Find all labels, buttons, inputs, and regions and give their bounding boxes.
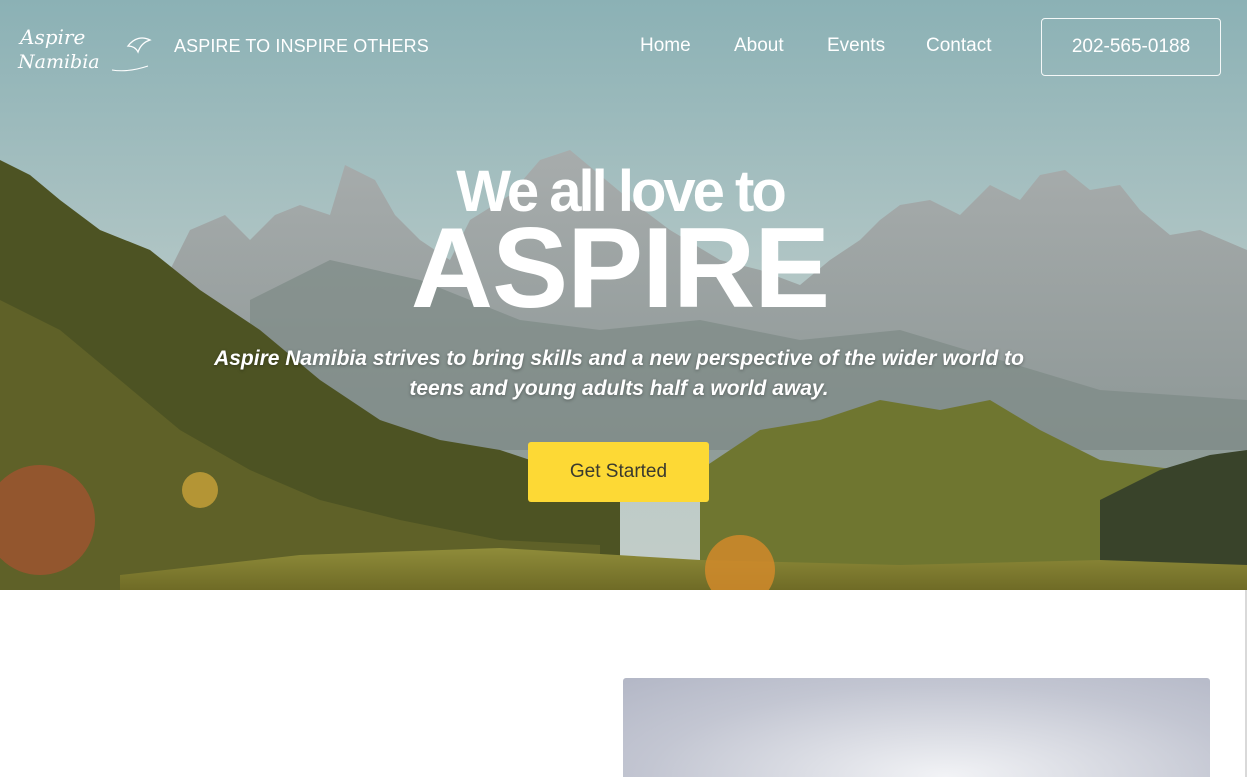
about-photo xyxy=(623,678,1210,777)
butterfly-icon xyxy=(126,37,152,54)
aspire-namibia-logo[interactable]: Aspire Namibia xyxy=(16,20,156,76)
nav-contact-link[interactable]: Contact xyxy=(926,35,991,57)
hero-subtitle: Aspire Namibia strives to bring skills a… xyxy=(214,347,1024,400)
logo-text-line1: Aspire xyxy=(18,25,85,49)
get-started-button[interactable]: Get Started xyxy=(528,442,709,502)
logo-text-line2: Namibia xyxy=(17,51,100,73)
hero-section: Aspire Namibia ASPIRE TO INSPIRE OTHERS … xyxy=(0,0,1247,590)
nav-home-link[interactable]: Home xyxy=(640,35,691,57)
nav-events-link[interactable]: Events xyxy=(827,35,885,57)
site-tagline: ASPIRE TO INSPIRE OTHERS xyxy=(174,36,429,56)
nav-about-link[interactable]: About xyxy=(734,35,784,57)
hero-headline-big: ASPIRE xyxy=(410,205,830,332)
phone-button[interactable]: 202-565-0188 xyxy=(1041,18,1221,76)
logo-flourish xyxy=(111,65,149,72)
